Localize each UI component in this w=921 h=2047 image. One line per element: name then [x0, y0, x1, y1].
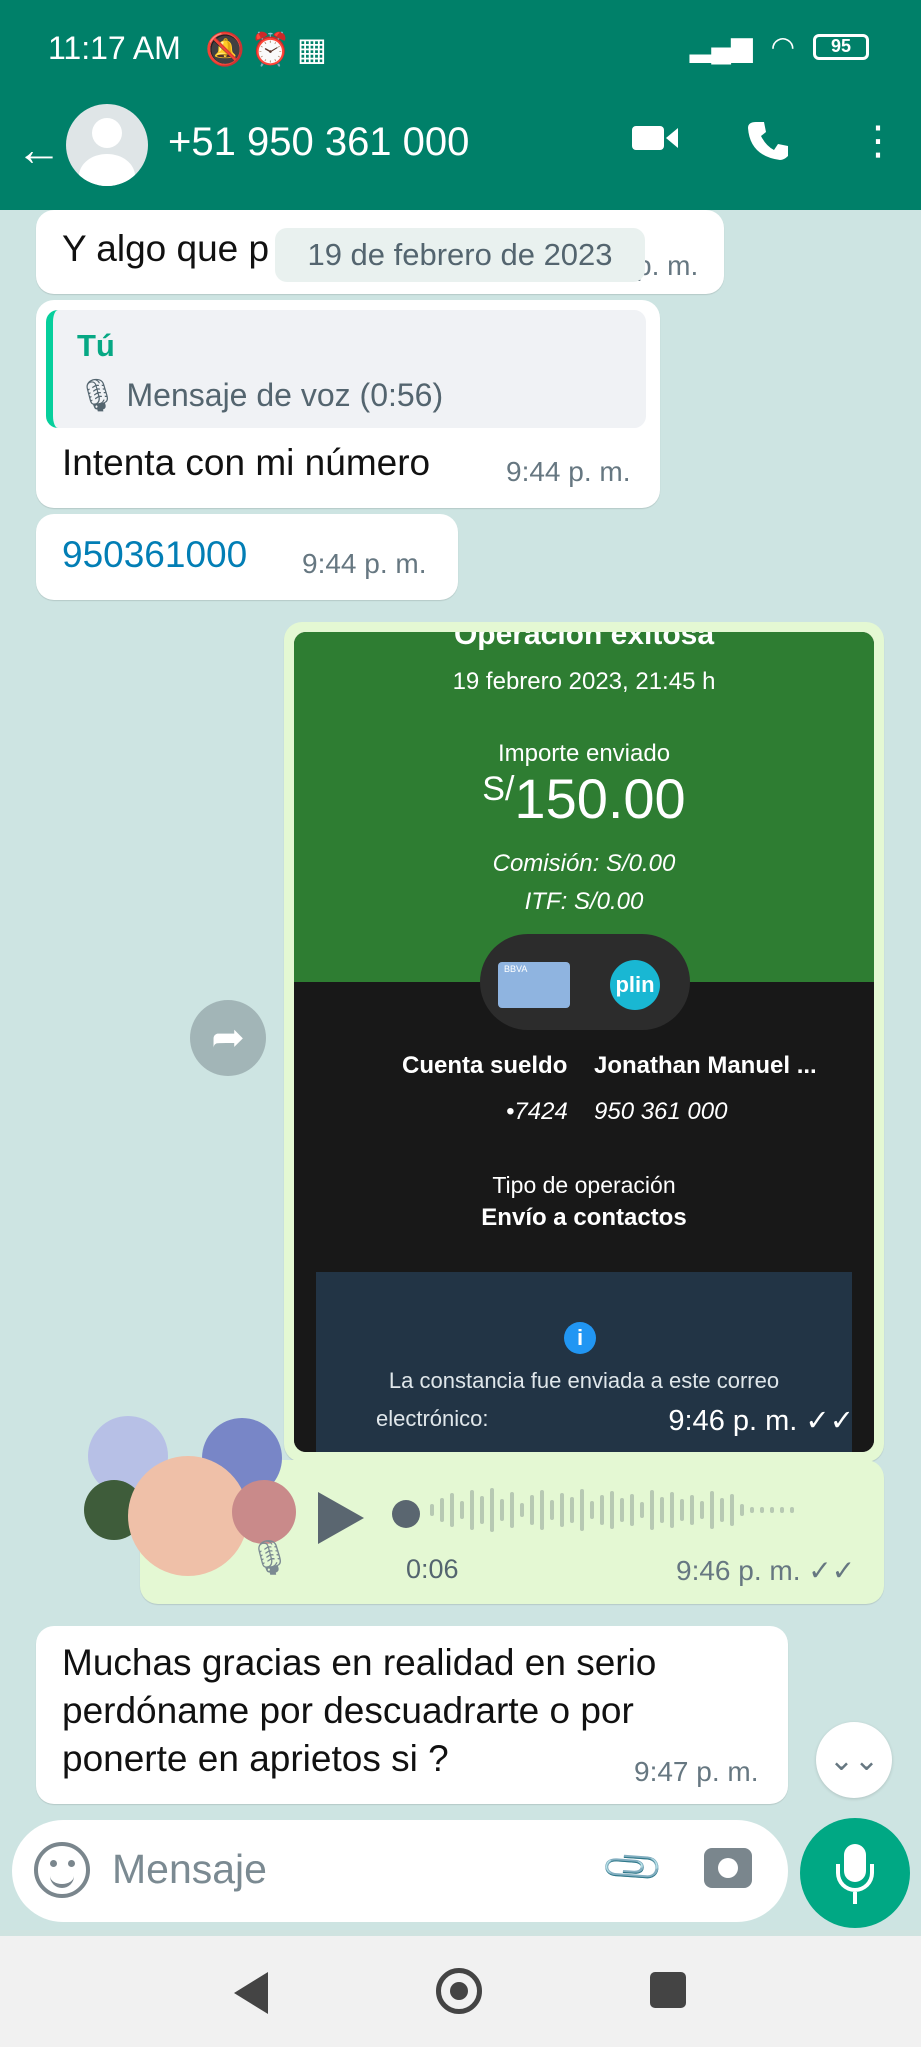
message-line-3: ponerte en aprietos si ?: [62, 1738, 449, 1779]
amount: 150.00: [514, 767, 686, 830]
message-text: Y algo que p: [62, 228, 270, 269]
receipt-title: Operación exitosa: [453, 632, 715, 651]
status-right: ▂▄▆ ◠ 95: [690, 30, 869, 63]
mic-icon: 🎙: [248, 1539, 292, 1577]
play-icon[interactable]: [318, 1492, 364, 1544]
voice-waveform[interactable]: [430, 1488, 850, 1544]
message-bubble-2[interactable]: Tú 🎙 Mensaje de voz (0:56) Intenta con m…: [36, 300, 660, 508]
menu-icon[interactable]: ⋮: [858, 118, 898, 164]
message-line-2: perdóname por descuadrarte o por: [62, 1690, 634, 1731]
back-arrow-icon[interactable]: ←: [16, 122, 62, 176]
contact-name[interactable]: +51 950 361 000: [168, 120, 469, 165]
voice-call-icon[interactable]: [746, 118, 790, 172]
transfer-pill: BBVA plin: [480, 934, 690, 1030]
quoted-message[interactable]: Tú 🎙 Mensaje de voz (0:56): [46, 310, 646, 428]
voice-record-button[interactable]: [800, 1818, 910, 1928]
status-bar: 11:17 AM 🔕⏰▦ ▂▄▆ ◠ 95: [0, 0, 921, 100]
message-input-bar[interactable]: Mensaje 📎: [12, 1820, 788, 1922]
emoji-icon[interactable]: [34, 1842, 90, 1898]
app-header: 11:17 AM 🔕⏰▦ ▂▄▆ ◠ 95 ← +51 950 361 000 …: [0, 0, 921, 210]
wifi-icon: ◠: [770, 31, 795, 62]
status-icons: 🔕⏰▦: [205, 31, 333, 67]
forward-icon[interactable]: ➦: [190, 1000, 266, 1076]
op-type: Envío a contactos: [481, 1204, 687, 1231]
notice-text-2: electrónico:: [376, 1406, 489, 1431]
receipt-header: Operación exitosa 19 febrero 2023, 21:45…: [294, 632, 874, 982]
amount-row: S/150.00: [294, 766, 874, 831]
message-bubble-last[interactable]: Muchas gracias en realidad en serio perd…: [36, 1626, 788, 1804]
account-to: Jonathan Manuel ...: [594, 1052, 817, 1079]
plin-logo: plin: [610, 960, 660, 1010]
chat-header: ← +51 950 361 000 ⋮: [0, 100, 921, 210]
system-nav-bar: [0, 1936, 921, 2047]
message-time: 9:44 p. m.: [506, 456, 631, 487]
account-from: Cuenta sueldo: [402, 1052, 568, 1079]
battery-icon: 95: [813, 33, 869, 60]
account-to-num: 950 361 000: [594, 1098, 728, 1125]
camera-icon[interactable]: [704, 1848, 752, 1888]
mic-icon: 🎙: [77, 377, 118, 413]
commission: Comisión: S/0.00: [492, 850, 676, 877]
nav-back-icon[interactable]: [234, 1972, 268, 2014]
signal-icon: ▂▄▆: [689, 31, 753, 62]
amount-label: Importe enviado: [497, 740, 671, 767]
quote-text: Mensaje de voz (0:56): [126, 377, 444, 413]
message-time: 9:47 p. m.: [634, 1756, 759, 1787]
image-message[interactable]: Operación exitosa 19 febrero 2023, 21:45…: [284, 622, 884, 1462]
nav-home-icon[interactable]: [436, 1968, 482, 2014]
message-time: 9:46 p. m. ✓✓: [668, 1405, 854, 1437]
status-time: 11:17 AM: [48, 30, 181, 66]
scroll-down-icon[interactable]: ⌄⌄: [816, 1722, 892, 1798]
message-bubble-3[interactable]: 950361000 9:44 p. m.: [36, 514, 458, 600]
account-from-num: •7424: [506, 1098, 568, 1125]
avatar[interactable]: [66, 104, 184, 186]
bank-card-icon: BBVA: [498, 962, 570, 1008]
message-line-1: Muchas gracias en realidad en serio: [62, 1642, 657, 1683]
phone-link[interactable]: 950361000: [62, 534, 247, 576]
receipt-date: 19 febrero 2023, 21:45 h: [452, 668, 716, 695]
bank-name: BBVA: [504, 964, 528, 974]
receipt-image[interactable]: Operación exitosa 19 febrero 2023, 21:45…: [294, 632, 874, 1452]
message-time: p. m.: [636, 250, 699, 281]
message-text: Intenta con mi número: [62, 442, 431, 483]
nav-recents-icon[interactable]: [650, 1972, 686, 2008]
quote-author: Tú: [77, 328, 115, 363]
voice-progress-handle[interactable]: [392, 1500, 420, 1528]
chat-area: Y algo que p p. m. 19 de febrero de 2023…: [0, 210, 921, 1930]
message-time: 9:44 p. m.: [302, 548, 427, 579]
currency: S/: [482, 770, 515, 808]
video-call-icon[interactable]: [630, 118, 680, 168]
message-time: 9:46 p. m. ✓✓: [676, 1555, 856, 1586]
date-separator: 19 de febrero de 2023: [275, 228, 645, 282]
message-input[interactable]: Mensaje: [112, 1846, 267, 1893]
voice-duration: 0:06: [406, 1554, 459, 1584]
itf: ITF: S/0.00: [524, 888, 644, 915]
quote-snippet: 🎙 Mensaje de voz (0:56): [77, 376, 443, 414]
attach-icon[interactable]: 📎: [599, 1833, 667, 1901]
info-icon: i: [564, 1322, 596, 1354]
op-type-label: Tipo de operación: [492, 1172, 676, 1198]
notice-text: La constancia fue enviada a este correo: [388, 1368, 780, 1393]
